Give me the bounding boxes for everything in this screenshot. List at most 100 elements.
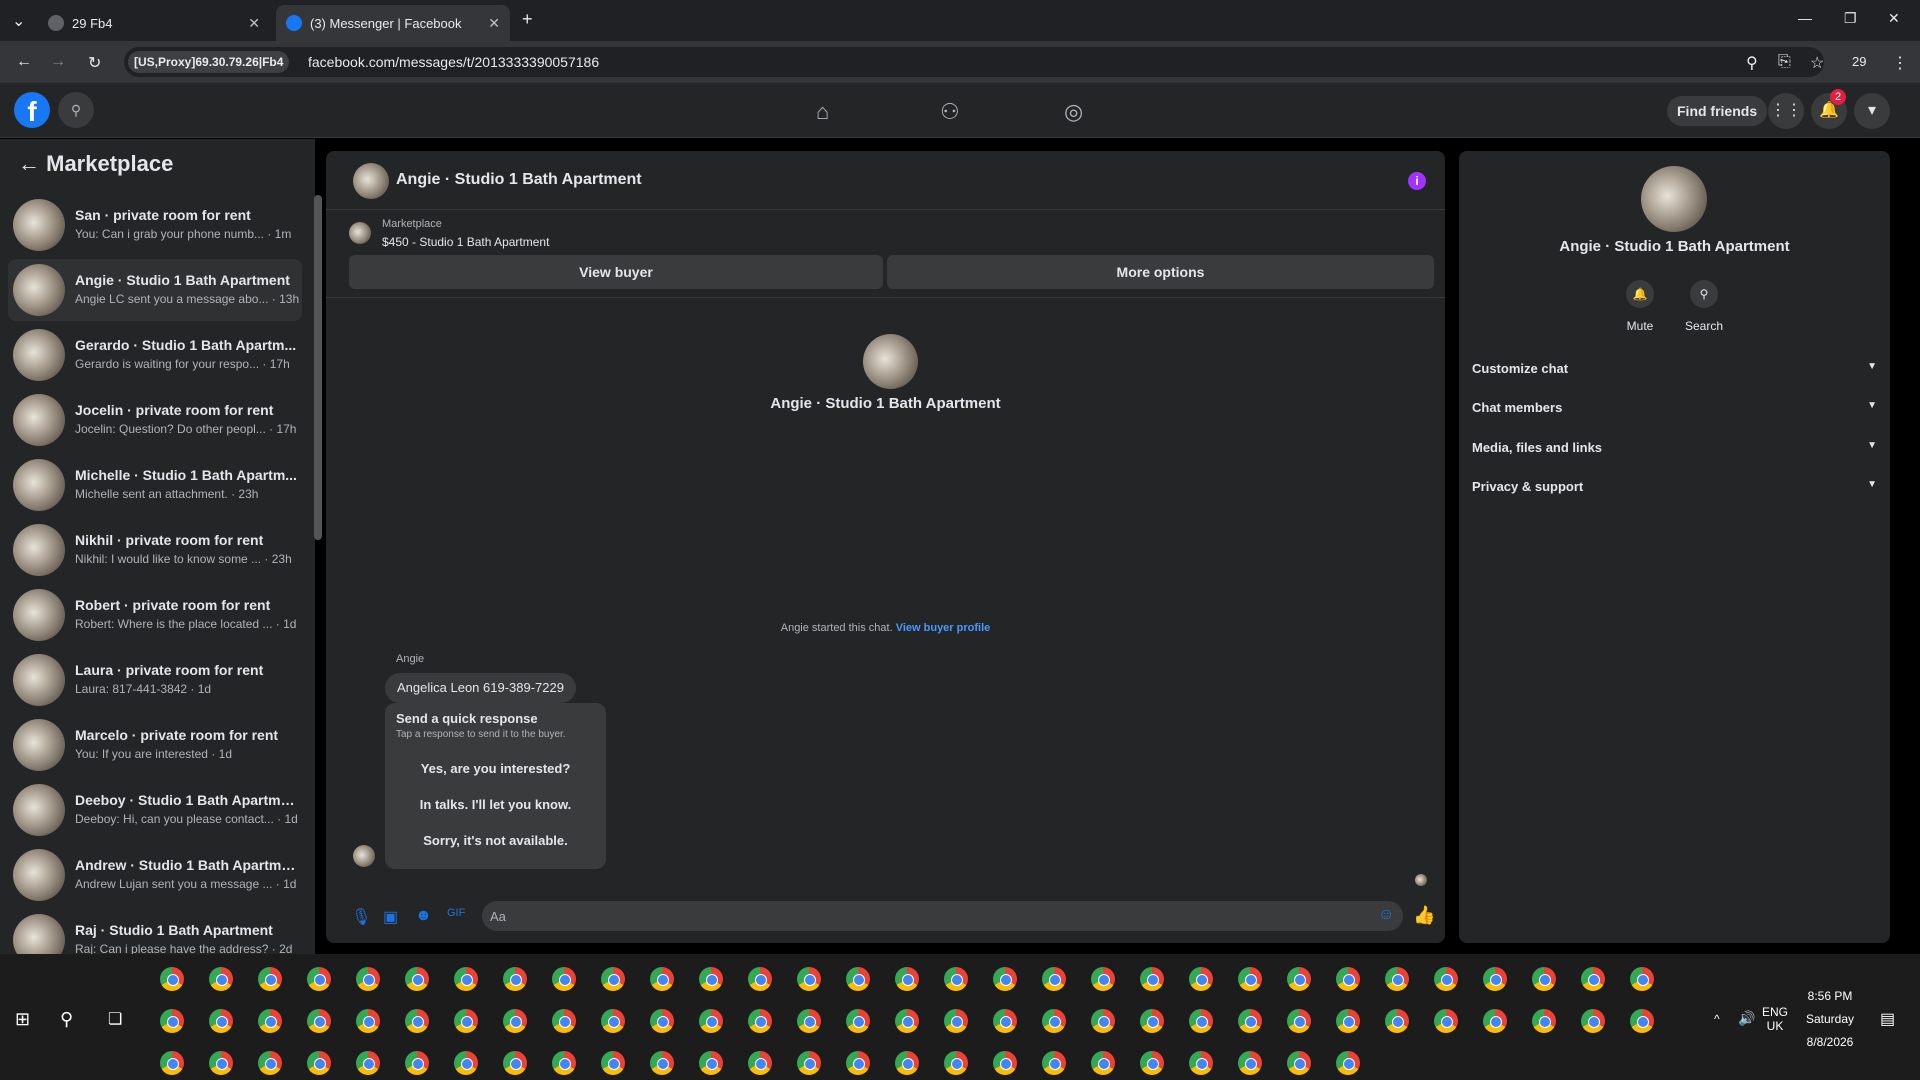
back-icon[interactable]: ←	[16, 53, 32, 71]
taskbar-app-icon[interactable]	[160, 1009, 184, 1033]
taskbar-app-icon[interactable]	[650, 1051, 674, 1075]
taskbar-app-icon[interactable]	[895, 1009, 919, 1033]
menu-grid-icon[interactable]: ⋮⋮	[1768, 93, 1804, 129]
taskbar-app-icon[interactable]	[1238, 967, 1262, 991]
taskbar-app-icon[interactable]	[1189, 1051, 1213, 1075]
browser-menu-icon[interactable]: ⋮	[1892, 53, 1908, 73]
taskbar-app-icon[interactable]	[503, 967, 527, 991]
taskbar-app-icon[interactable]	[1189, 967, 1213, 991]
find-friends-button[interactable]: Find friends	[1667, 96, 1768, 126]
taskbar-app-icon[interactable]	[160, 1051, 184, 1075]
taskbar-app-icon[interactable]	[993, 1051, 1017, 1075]
taskbar-app-icon[interactable]	[1042, 967, 1066, 991]
taskbar-app-icon[interactable]	[699, 1051, 723, 1075]
taskbar-app-icon[interactable]	[1287, 967, 1311, 991]
taskbar-app-icon[interactable]	[1581, 967, 1605, 991]
gif-icon[interactable]: GIF	[447, 907, 465, 919]
customize-chat-section[interactable]: Customize chat ▼	[1472, 361, 1877, 376]
taskbar-app-icon[interactable]	[1042, 1009, 1066, 1033]
windows-start-icon[interactable]: ⊞	[15, 1009, 30, 1030]
taskbar-app-icon[interactable]	[1532, 967, 1556, 991]
taskbar-app-icon[interactable]	[699, 1009, 723, 1033]
taskbar-app-icon[interactable]	[1091, 1009, 1115, 1033]
message-input[interactable]	[482, 901, 1403, 931]
taskbar-app-icon[interactable]	[1287, 1051, 1311, 1075]
taskbar-app-icon[interactable]	[405, 1051, 429, 1075]
close-window-icon[interactable]: ✕	[1888, 10, 1900, 27]
reload-icon[interactable]: ↻	[88, 53, 101, 73]
taskbar-app-icon[interactable]	[1189, 1009, 1213, 1033]
taskbar-app-icon[interactable]	[209, 1009, 233, 1033]
taskbar-app-icon[interactable]	[356, 1051, 380, 1075]
profile-avatar[interactable]	[1641, 166, 1707, 232]
restore-icon[interactable]: ❐	[1844, 10, 1857, 27]
quick-reply-not-available[interactable]: Sorry, it's not available.	[385, 833, 606, 848]
taskbar-app-icon[interactable]	[1434, 1009, 1458, 1033]
taskbar-app-icon[interactable]	[160, 967, 184, 991]
tray-chevron-icon[interactable]: ^	[1714, 1012, 1720, 1026]
close-tab-icon[interactable]: ✕	[248, 15, 260, 32]
taskbar-app-icon[interactable]	[699, 967, 723, 991]
taskbar-app-icon[interactable]	[307, 967, 331, 991]
taskbar-app-icon[interactable]	[797, 967, 821, 991]
more-options-button[interactable]: More options	[887, 255, 1434, 289]
microphone-icon[interactable]: 🎙	[351, 907, 371, 927]
taskbar-app-icon[interactable]	[405, 967, 429, 991]
back-arrow-icon[interactable]: ←	[18, 151, 40, 176]
quick-reply-yes[interactable]: Yes, are you interested?	[385, 761, 606, 776]
taskbar-app-icon[interactable]	[601, 967, 625, 991]
list-item[interactable]: Michelle · Studio 1 Bath Apartm... Michel…	[8, 454, 302, 516]
sticker-icon[interactable]: ☻	[415, 907, 432, 925]
taskbar-app-icon[interactable]	[552, 1009, 576, 1033]
taskbar-app-icon[interactable]	[258, 1009, 282, 1033]
media-files-section[interactable]: Media, files and links ▼	[1472, 440, 1877, 455]
install-icon[interactable]: ⎘	[1778, 53, 1791, 71]
speaker-icon[interactable]: 🔊	[1738, 1010, 1755, 1027]
list-item[interactable]: Nikhil · private room for rent Nikhil: I …	[8, 519, 302, 581]
taskbar-app-icon[interactable]	[454, 967, 478, 991]
proxy-chip[interactable]: [US,Proxy]69.30.79.26|Fb4	[128, 51, 290, 73]
taskbar-app-icon[interactable]	[895, 967, 919, 991]
chat-members-section[interactable]: Chat members ▼	[1472, 400, 1877, 415]
list-item[interactable]: Robert · private room for rent Robert: Wh…	[8, 584, 302, 646]
taskbar-app-icon[interactable]	[454, 1051, 478, 1075]
taskbar-app-icon[interactable]	[1140, 1009, 1164, 1033]
taskbar-app-icon[interactable]	[1336, 967, 1360, 991]
chat-title[interactable]: Angie · Studio 1 Bath Apartment	[396, 171, 642, 189]
list-item[interactable]: Angie · Studio 1 Bath Apartment Angie LC …	[8, 259, 302, 321]
facebook-logo-icon[interactable]: f	[14, 92, 50, 128]
list-item[interactable]: Marcelo · private room for rent You: If y…	[8, 714, 302, 776]
taskbar-app-icon[interactable]	[846, 967, 870, 991]
taskbar-app-icon[interactable]	[307, 1009, 331, 1033]
taskbar-app-icon[interactable]	[503, 1051, 527, 1075]
taskbar-app-icon[interactable]	[1581, 1009, 1605, 1033]
list-item[interactable]: Laura · private room for rent Laura: 817-…	[8, 649, 302, 711]
listing-title[interactable]: $450 - Studio 1 Bath Apartment	[382, 235, 549, 249]
taskbar-app-icon[interactable]	[1630, 1009, 1654, 1033]
taskbar-app-icon[interactable]	[846, 1009, 870, 1033]
taskbar-app-icon[interactable]	[1287, 1009, 1311, 1033]
view-buyer-button[interactable]: View buyer	[349, 255, 883, 289]
taskbar-app-icon[interactable]	[650, 1009, 674, 1033]
taskbar-app-icon[interactable]	[1238, 1009, 1262, 1033]
profile-count[interactable]: 29	[1852, 54, 1866, 69]
list-item[interactable]: Deeboy · Studio 1 Bath Apartment Deeboy: …	[8, 779, 302, 841]
groups-icon[interactable]: ◎	[1064, 99, 1083, 125]
taskbar-app-icon[interactable]	[356, 1009, 380, 1033]
friends-icon[interactable]: ⚇	[940, 99, 960, 125]
taskbar-app-icon[interactable]	[993, 967, 1017, 991]
bookmark-star-icon[interactable]: ☆	[1810, 53, 1824, 73]
taskbar-app-icon[interactable]	[1042, 1051, 1066, 1075]
chat-list-scrollbar[interactable]	[314, 195, 322, 540]
listing-thumbnail[interactable]	[349, 222, 371, 244]
task-view-icon[interactable]: ❏	[108, 1009, 122, 1029]
taskbar-app-icon[interactable]	[1630, 967, 1654, 991]
taskbar-app-icon[interactable]	[209, 967, 233, 991]
taskbar-app-icon[interactable]	[1483, 1009, 1507, 1033]
list-item[interactable]: San · private room for rent You: Can i gr…	[8, 194, 302, 256]
avatar[interactable]	[353, 163, 389, 199]
taskbar-app-icon[interactable]	[356, 967, 380, 991]
taskbar-app-icon[interactable]	[209, 1051, 233, 1075]
mute-bell-icon[interactable]: 🔔	[1626, 280, 1654, 308]
taskbar-app-icon[interactable]	[1140, 967, 1164, 991]
